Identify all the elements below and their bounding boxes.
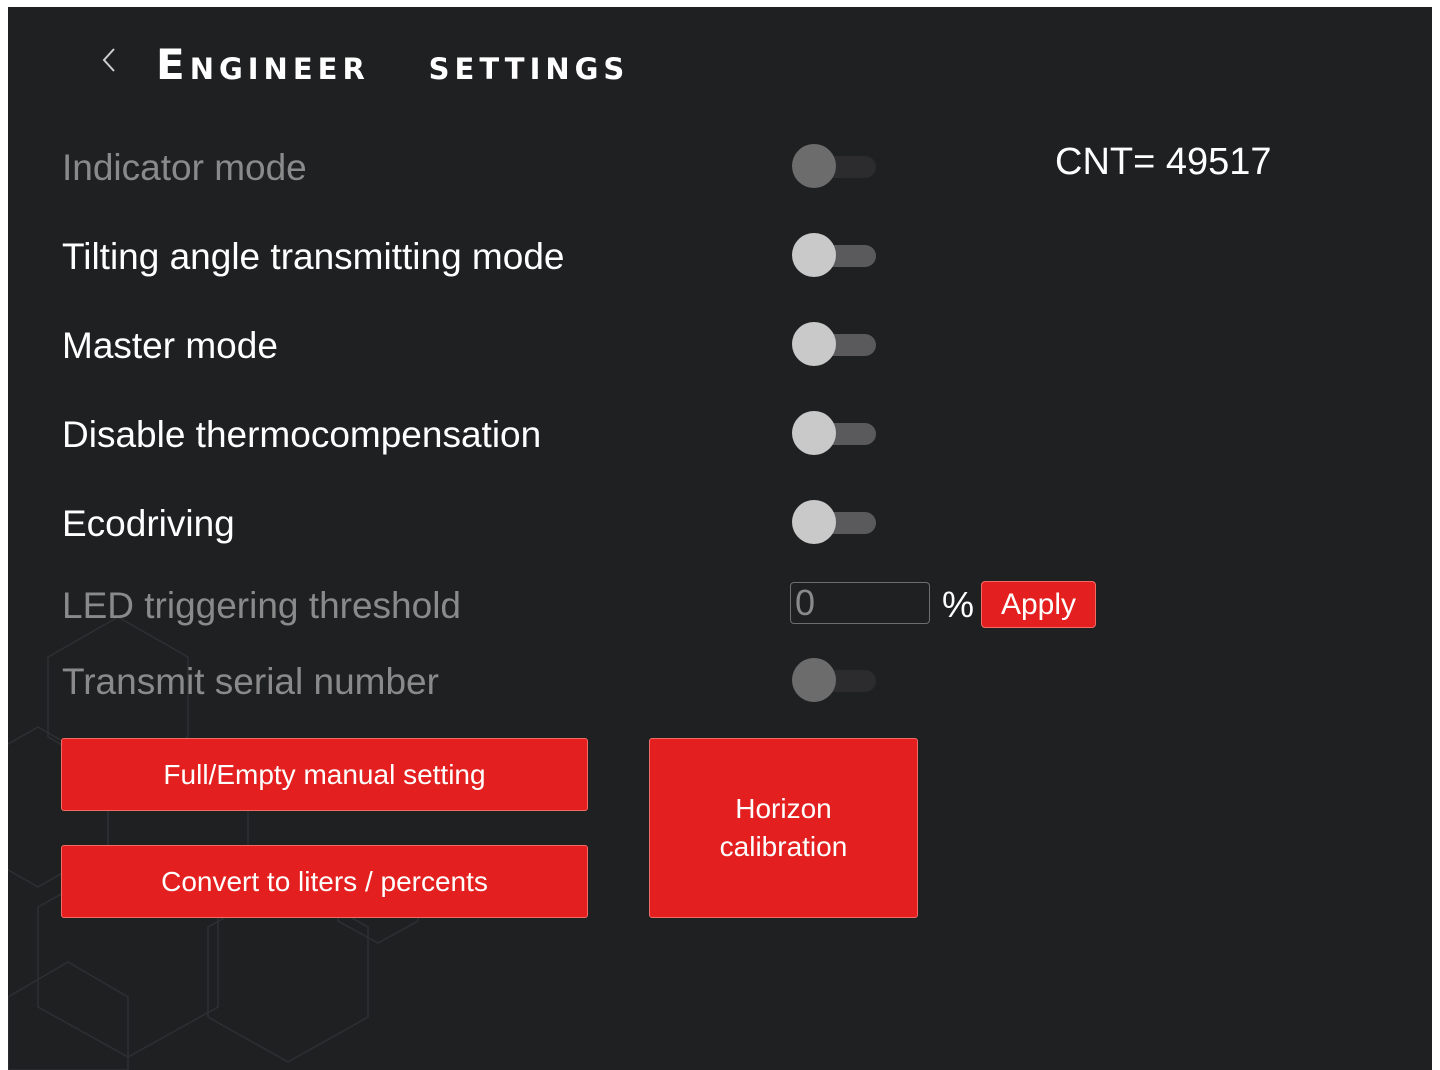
transmit-serial-number-label: Transmit serial number xyxy=(62,661,439,702)
tilting-angle-mode-toggle[interactable] xyxy=(792,232,878,278)
toggle-knob xyxy=(792,144,836,188)
chevron-left-icon xyxy=(102,48,115,72)
indicator-mode-toggle[interactable] xyxy=(792,143,878,189)
master-mode-label: Master mode xyxy=(62,325,278,366)
page-title: Engineer settings xyxy=(156,40,630,89)
ecodriving-toggle[interactable] xyxy=(792,499,878,545)
toggle-knob xyxy=(792,658,836,702)
convert-to-liters-percents-button[interactable]: Convert to liters / percents xyxy=(61,845,588,918)
tilting-angle-mode-label: Tilting angle transmitting mode xyxy=(62,236,565,277)
master-mode-toggle[interactable] xyxy=(792,321,878,367)
disable-thermocompensation-toggle[interactable] xyxy=(792,410,878,456)
disable-thermocompensation-label: Disable thermocompensation xyxy=(62,414,542,455)
percent-unit-label: % xyxy=(942,584,975,625)
ecodriving-label: Ecodriving xyxy=(62,503,235,544)
full-empty-manual-setting-button[interactable]: Full/Empty manual setting xyxy=(61,738,588,811)
led-threshold-label: LED triggering threshold xyxy=(62,585,461,626)
apply-button[interactable]: Apply xyxy=(981,581,1096,628)
toggle-knob xyxy=(792,233,836,277)
toggle-knob xyxy=(792,411,836,455)
cnt-readout: CNT= 49517 xyxy=(1055,141,1272,183)
toggle-knob xyxy=(792,322,836,366)
horizon-calibration-button[interactable]: Horizon calibration xyxy=(649,738,918,918)
led-threshold-input[interactable] xyxy=(790,582,930,624)
transmit-serial-number-toggle[interactable] xyxy=(792,657,878,703)
toggle-knob xyxy=(792,500,836,544)
indicator-mode-label: Indicator mode xyxy=(62,147,307,188)
engineer-settings-screen: Engineer settings CNT= 49517 Indicator m… xyxy=(8,7,1432,1070)
back-button[interactable] xyxy=(94,37,124,83)
